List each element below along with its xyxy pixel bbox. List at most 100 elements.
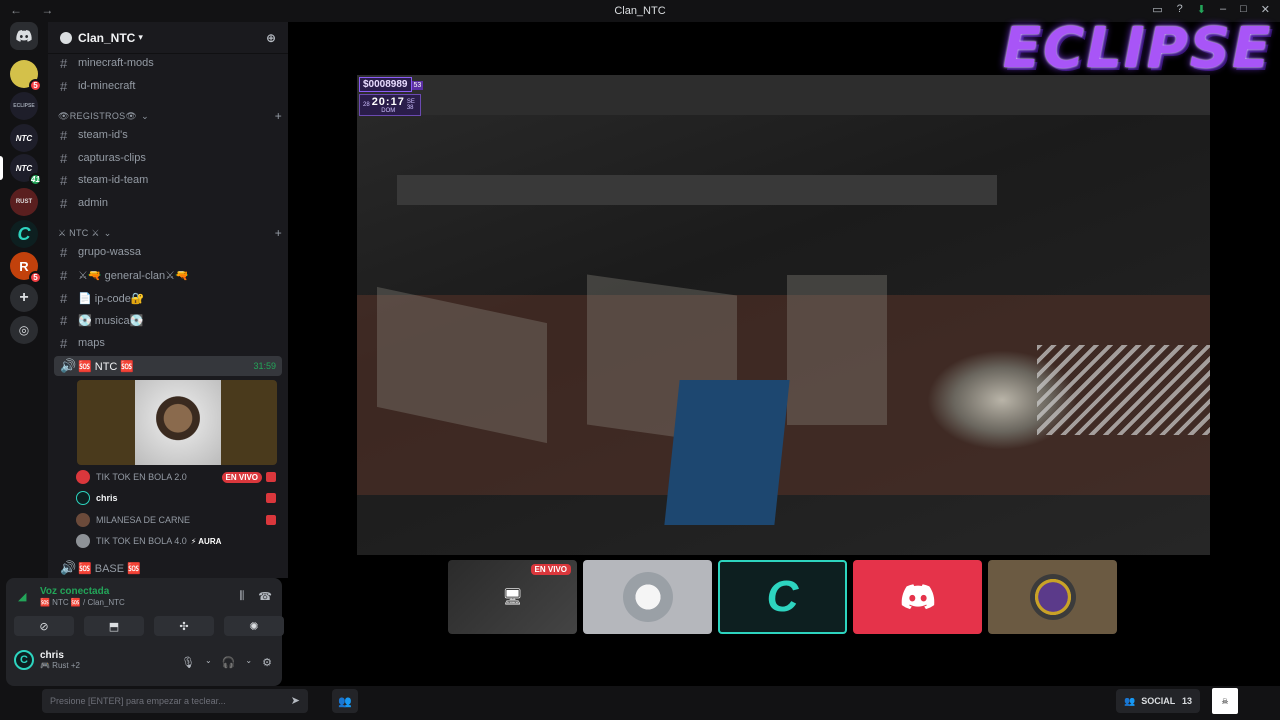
voice-user-tiktok-2[interactable]: TIK TOK EN BOLA 2.0 EN VIVO — [76, 467, 280, 487]
hud-money: $0008989 — [359, 77, 412, 92]
hud-day-left: 28 — [363, 102, 370, 108]
channel-label: 🆘 NTC 🆘 — [78, 360, 135, 373]
speaker-icon: 🔊 — [60, 358, 77, 373]
screen-share-button[interactable]: ⬒ — [84, 616, 144, 636]
hash-icon: # — [60, 312, 68, 328]
server-icon-r[interactable]: R5 — [10, 252, 42, 284]
participant-tile-stream[interactable]: 🖥 EN VIVO — [448, 560, 577, 634]
social-button[interactable]: 👥 SOCIAL 13 — [1116, 689, 1200, 713]
camera-off-button[interactable]: ⊘ — [14, 616, 74, 636]
voice-connected-label[interactable]: Voz conectada — [40, 586, 109, 597]
server-icon-eclipse[interactable]: ECLIPSE — [10, 92, 38, 120]
channel-admin[interactable]: # admin — [54, 193, 282, 213]
hash-icon: # — [60, 127, 68, 143]
activities-button[interactable]: ✣ — [154, 616, 214, 636]
voice-user-tiktok-4[interactable]: TIK TOK EN BOLA 4.0 ⚡ AURA — [76, 531, 280, 551]
live-badge: EN VIVO — [530, 564, 571, 575]
channel-ip-code[interactable]: # 📄 ip-code🔐 — [54, 288, 282, 308]
microphone-icon[interactable]: 🎙 — [181, 656, 195, 669]
voice-user-name: MILANESA DE CARNE — [96, 515, 191, 525]
user-profile-avatar[interactable]: ☠ — [1212, 688, 1238, 714]
game-hud: $0008989 53 28 20:17 DOM SE 38 — [359, 77, 424, 116]
social-label: SOCIAL — [1141, 696, 1176, 706]
voice-user-milanesa[interactable]: MILANESA DE CARNE — [76, 510, 280, 530]
category-ntc[interactable]: ⚔ NTC ⚔ ⌄ + — [54, 225, 282, 241]
hash-icon: # — [60, 267, 68, 283]
window-title: Clan_NTC — [614, 5, 666, 17]
server-icon-rust[interactable]: RUST — [10, 188, 38, 216]
invite-people-icon[interactable]: ⊕ — [266, 31, 276, 45]
voice-user-name: TIK TOK EN BOLA 2.0 — [96, 472, 187, 482]
voice-channel-base[interactable]: 🔊 🆘 BASE 🆘 — [54, 558, 282, 578]
disconnect-icon[interactable]: ☎ — [258, 590, 272, 603]
stream-video[interactable]: $0008989 53 28 20:17 DOM SE 38 — [357, 75, 1210, 555]
channel-label: ⚔🔫 general-clan⚔🔫 — [78, 269, 189, 282]
gear-icon[interactable]: ⚙ — [262, 656, 272, 669]
add-channel-icon[interactable]: + — [275, 226, 282, 240]
monitor-icon: 🖥 — [502, 589, 523, 606]
participant-tile-goose[interactable] — [583, 560, 712, 634]
stream-icon — [266, 472, 276, 482]
input-placeholder: Presione [ENTER] para empezar a teclear.… — [50, 696, 226, 706]
voice-timer: 31:59 — [253, 361, 276, 371]
hash-icon: # — [60, 78, 68, 94]
channel-capturas-clips[interactable]: # capturas-clips — [54, 148, 282, 168]
user-avatar[interactable]: C — [14, 650, 34, 670]
server-name: Clan_NTC — [78, 30, 136, 45]
soundboard-button[interactable]: ✺ — [224, 616, 284, 636]
message-input[interactable]: Presione [ENTER] para empezar a teclear.… — [42, 689, 308, 713]
add-server-icon[interactable]: + — [10, 284, 38, 312]
channel-steam-id-team[interactable]: # steam-id-team — [54, 170, 282, 190]
send-icon[interactable]: ➤ — [291, 694, 300, 707]
explore-icon[interactable]: ◎ — [10, 316, 38, 344]
chevron-down-icon[interactable]: ⌄ — [205, 656, 212, 669]
add-friend-icon[interactable]: 👥 — [332, 689, 358, 713]
server-icon-c[interactable]: C — [10, 220, 38, 248]
hud-day-name: DOM — [381, 108, 396, 114]
channel-label: grupo-wassa — [78, 246, 141, 258]
hash-icon: # — [60, 172, 68, 188]
gengar-avatar — [1029, 574, 1076, 620]
channel-minecraft-mods[interactable]: # minecraft-mods — [54, 53, 282, 73]
channel-label: steam-id's — [78, 129, 128, 141]
participant-tile-gengar[interactable] — [988, 560, 1117, 634]
badge: 5 — [29, 271, 42, 284]
headphones-icon[interactable]: 🎧 — [222, 656, 236, 669]
channel-label: id-minecraft — [78, 80, 136, 92]
channel-maps[interactable]: # maps — [54, 333, 282, 353]
server-header[interactable]: Clan_NTC ▾ ⊕ — [48, 22, 288, 54]
discord-home-icon[interactable] — [10, 22, 38, 50]
noise-suppression-icon[interactable]: ⫼ — [239, 590, 244, 603]
hash-icon: # — [60, 150, 68, 166]
channel-general-clan[interactable]: # ⚔🔫 general-clan⚔🔫 — [54, 265, 282, 285]
chevron-down-icon: ⌄ — [141, 110, 150, 121]
category-registros[interactable]: 👁REGISTROS👁 ⌄ + — [54, 108, 282, 124]
channel-grupo-wassa[interactable]: # grupo-wassa — [54, 242, 282, 262]
user-avatar — [76, 491, 90, 505]
participant-tile-chris[interactable]: C — [718, 560, 847, 634]
participant-tile-discord[interactable] — [853, 560, 982, 634]
channel-label: admin — [78, 197, 108, 209]
channel-label: minecraft-mods — [78, 57, 154, 69]
nav-arrows[interactable]: ← → — [10, 3, 61, 17]
server-icon-ntc-active[interactable]: NTC 41 — [10, 154, 42, 186]
channel-label: capturas-clips — [78, 152, 146, 164]
voice-user-chris[interactable]: chris — [76, 488, 280, 508]
server-icon-1[interactable]: 5 — [10, 60, 42, 92]
server-icon-ntc[interactable]: NTC — [10, 124, 38, 152]
user-status: 🎮 Rust +2 — [40, 661, 80, 670]
user-area[interactable]: C chris 🎮 Rust +2 — [14, 650, 80, 670]
hash-icon: # — [60, 290, 68, 306]
chevron-down-icon: ▾ — [138, 32, 143, 42]
category-label: 👁REGISTROS👁 — [58, 110, 138, 121]
social-count: 13 — [1181, 696, 1192, 706]
channel-id-minecraft[interactable]: # id-minecraft — [54, 76, 282, 96]
channel-musica[interactable]: # 💽 musica💽 — [54, 310, 282, 330]
deafen-icon — [266, 515, 276, 525]
channel-steam-ids[interactable]: # steam-id's — [54, 125, 282, 145]
camera-preview[interactable] — [77, 380, 277, 465]
voice-channel-ntc[interactable]: 🔊 🆘 NTC 🆘 31:59 — [54, 356, 282, 376]
speaker-icon: 🔊 — [60, 560, 77, 575]
chevron-down-icon[interactable]: ⌄ — [245, 656, 252, 669]
add-channel-icon[interactable]: + — [275, 109, 282, 123]
